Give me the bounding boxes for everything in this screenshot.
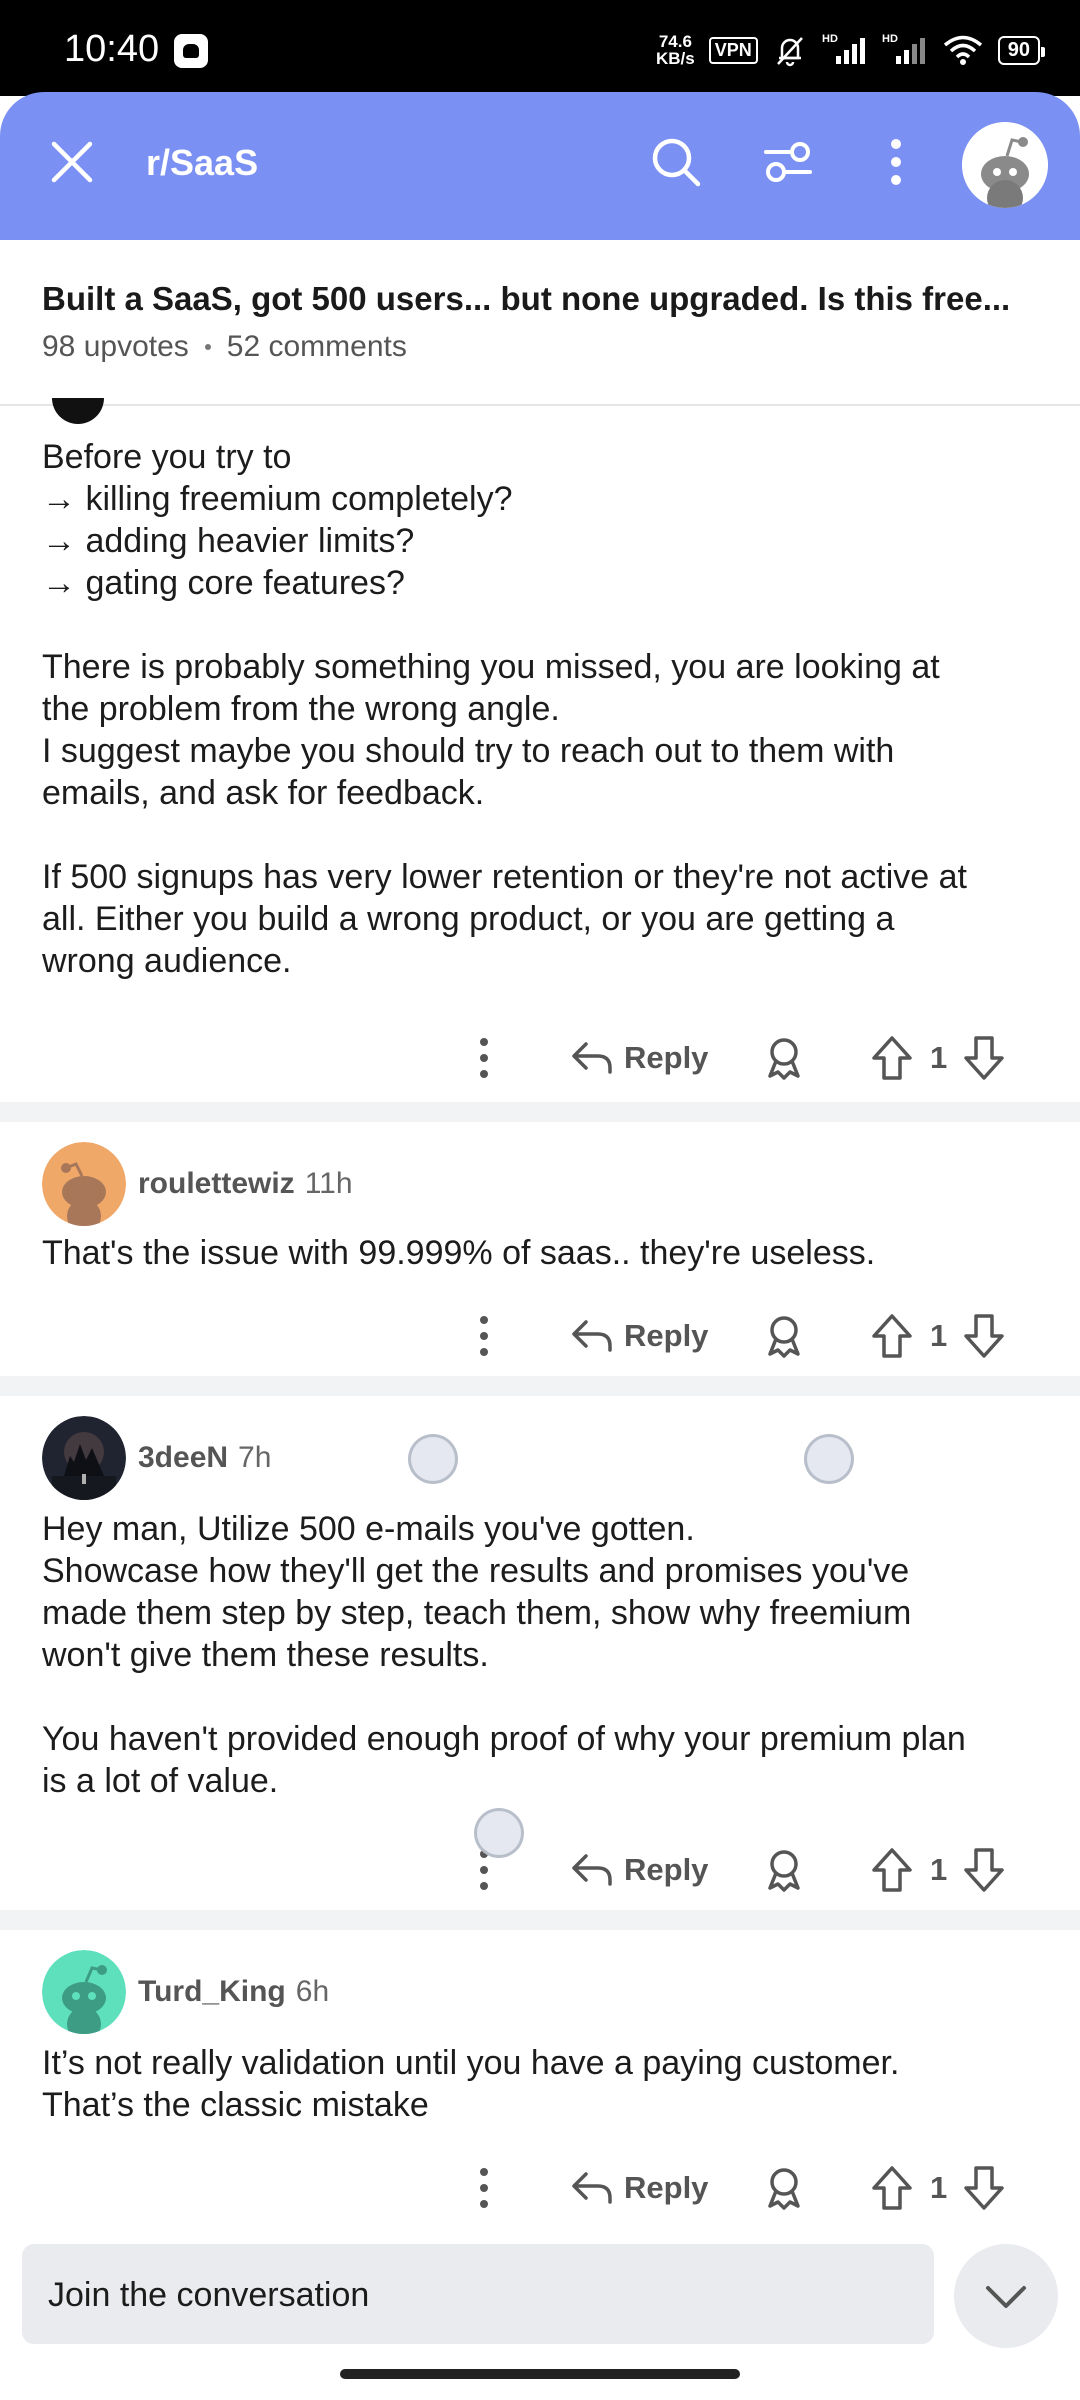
comment-actions: Reply 1 bbox=[460, 1028, 1020, 1088]
comment-3: 3deeN 7h Hey man, Utilize 500 e-mails yo… bbox=[0, 1396, 1080, 1910]
comment-4: Turd_King 6h It’s not really validation … bbox=[0, 1930, 1080, 2226]
comment-2: roulettewiz 11h That's the issue with 99… bbox=[0, 1122, 1080, 1376]
comment-1: Before you try to → killing freemium com… bbox=[0, 398, 1080, 1102]
reply-button[interactable]: Reply bbox=[570, 1032, 708, 1084]
battery-indicator: 90 bbox=[997, 35, 1046, 65]
upvote-icon[interactable] bbox=[870, 2164, 914, 2212]
comment-time: 11h bbox=[304, 1167, 353, 1200]
search-icon bbox=[652, 138, 701, 187]
comment-divider bbox=[0, 1102, 1080, 1122]
compose-placeholder: Join the conversation bbox=[48, 2276, 370, 2314]
filter-icon bbox=[764, 142, 812, 182]
status-icons: 74.6 KB/s VPN HD HD 90 bbox=[656, 30, 1046, 70]
comment-time: 6h bbox=[295, 1975, 330, 2008]
more-options-icon[interactable] bbox=[466, 2166, 502, 2210]
reply-icon bbox=[572, 2172, 612, 2204]
svg-text:HD: HD bbox=[882, 33, 898, 45]
upvote-icon[interactable] bbox=[870, 1034, 914, 1082]
mute-bell-icon bbox=[776, 37, 803, 67]
upvote-icon[interactable] bbox=[870, 1312, 914, 1360]
reply-icon bbox=[572, 1042, 612, 1074]
comment-author[interactable]: Turd_King bbox=[138, 1975, 286, 2009]
subreddit-title[interactable]: r/SaaS bbox=[146, 142, 258, 184]
network-speed: 74.6 KB/s bbox=[656, 32, 695, 68]
comment-time: 7h bbox=[238, 1441, 272, 1474]
notification-app-icon bbox=[174, 34, 208, 68]
post-comments-count: 52 comments bbox=[226, 330, 407, 363]
comment-avatar-partial bbox=[52, 398, 104, 424]
touch-indicator bbox=[804, 1434, 854, 1484]
svg-text:HD: HD bbox=[822, 33, 838, 45]
wifi-icon bbox=[943, 35, 982, 65]
castle-avatar-icon bbox=[42, 1416, 126, 1500]
award-icon[interactable] bbox=[760, 2164, 808, 2212]
top-app-bar: r/SaaS bbox=[0, 92, 1080, 240]
comment-actions: Reply 1 bbox=[460, 1306, 1020, 1366]
post-header[interactable]: Built a SaaS, got 500 users... but none … bbox=[0, 240, 1080, 406]
vote-score: 1 bbox=[930, 1318, 948, 1353]
comment-actions: Reply 1 bbox=[460, 1840, 1020, 1900]
comment-author-row[interactable]: Turd_King 6h bbox=[42, 1950, 329, 2034]
more-options-button[interactable] bbox=[866, 132, 926, 192]
avatar[interactable] bbox=[42, 1950, 126, 2034]
reply-button[interactable]: Reply bbox=[570, 1844, 708, 1896]
award-icon[interactable] bbox=[760, 1846, 808, 1894]
comment-author[interactable]: roulettewiz bbox=[138, 1167, 295, 1201]
reply-icon bbox=[572, 1320, 612, 1352]
status-time: 10:40 bbox=[64, 28, 160, 70]
downvote-icon[interactable] bbox=[962, 2164, 1006, 2212]
scroll-down-button[interactable] bbox=[954, 2244, 1058, 2348]
reply-icon bbox=[572, 1854, 612, 1886]
comment-body: Hey man, Utilize 500 e-mails you've gott… bbox=[42, 1510, 966, 1800]
vote-score: 1 bbox=[930, 1040, 948, 1075]
downvote-icon[interactable] bbox=[962, 1034, 1006, 1082]
reply-button[interactable]: Reply bbox=[570, 1310, 708, 1362]
touch-indicator bbox=[474, 1808, 524, 1858]
comment-actions: Reply 1 bbox=[460, 2158, 1020, 2218]
post-title[interactable]: Built a SaaS, got 500 users... but none … bbox=[42, 280, 1042, 318]
award-icon[interactable] bbox=[760, 1034, 808, 1082]
reply-button[interactable]: Reply bbox=[570, 2162, 708, 2214]
comment-body: It’s not really validation until you hav… bbox=[42, 2044, 900, 2124]
user-avatar[interactable] bbox=[962, 122, 1048, 208]
vote-score: 1 bbox=[930, 1852, 948, 1887]
meta-separator bbox=[204, 344, 211, 350]
snoo-avatar-icon bbox=[962, 122, 1048, 208]
comment-author-row[interactable]: roulettewiz 11h bbox=[42, 1142, 353, 1226]
award-icon[interactable] bbox=[760, 1312, 808, 1360]
status-bar: 10:40 74.6 KB/s VPN HD HD 90 bbox=[0, 0, 1080, 96]
comment-divider bbox=[0, 1910, 1080, 1930]
comment-body: That's the issue with 99.999% of saas.. … bbox=[42, 1234, 876, 1272]
home-indicator[interactable] bbox=[340, 2369, 740, 2379]
signal-1-icon: HD bbox=[822, 33, 865, 64]
snoo-avatar-icon bbox=[42, 1142, 126, 1226]
more-options-icon[interactable] bbox=[466, 1036, 502, 1080]
chevron-down-icon bbox=[986, 2286, 1026, 2308]
vpn-badge: VPN bbox=[708, 36, 758, 64]
avatar[interactable] bbox=[42, 1142, 126, 1226]
post-meta: 98 upvotes 52 comments bbox=[42, 330, 407, 364]
join-conversation-input[interactable]: Join the conversation bbox=[22, 2244, 934, 2344]
downvote-icon[interactable] bbox=[962, 1846, 1006, 1894]
downvote-icon[interactable] bbox=[962, 1312, 1006, 1360]
comment-body: Before you try to → killing freemium com… bbox=[42, 438, 967, 980]
search-button[interactable] bbox=[646, 132, 706, 192]
comment-author-row[interactable]: 3deeN 7h bbox=[42, 1416, 271, 1500]
close-icon[interactable] bbox=[46, 136, 98, 188]
upvote-icon[interactable] bbox=[870, 1846, 914, 1894]
snoo-avatar-icon bbox=[42, 1950, 126, 2034]
comment-author[interactable]: 3deeN bbox=[138, 1441, 228, 1475]
more-vertical-icon bbox=[891, 139, 901, 185]
vote-score: 1 bbox=[930, 2170, 948, 2205]
more-options-icon[interactable] bbox=[466, 1314, 502, 1358]
post-upvotes: 98 upvotes bbox=[42, 330, 189, 363]
avatar[interactable] bbox=[42, 1416, 126, 1500]
signal-2-icon: HD bbox=[882, 33, 925, 64]
filter-button[interactable] bbox=[758, 132, 818, 192]
touch-indicator bbox=[408, 1434, 458, 1484]
comment-divider bbox=[0, 1376, 1080, 1396]
